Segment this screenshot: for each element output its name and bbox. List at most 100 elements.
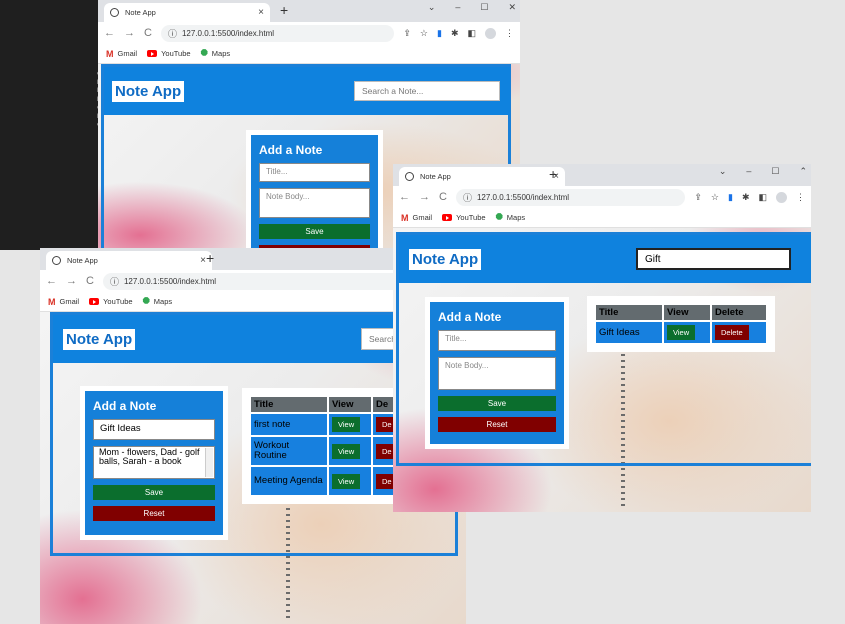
minimize-icon[interactable]: – [455,2,460,13]
share-icon[interactable]: ⇪ [403,28,411,39]
delete-button[interactable]: Delete [715,325,749,340]
table-row: Workout Routine View De [251,437,413,465]
reload-icon[interactable]: C [439,191,447,203]
menu-icon[interactable]: ⋮ [796,192,805,203]
gmail-icon: M [401,212,409,223]
browser-tab[interactable]: Note App × [104,3,270,22]
close-tab-icon[interactable]: × [258,7,264,18]
youtube-icon [89,298,100,305]
reload-icon[interactable]: C [144,27,152,39]
maximize-icon[interactable]: ☐ [771,166,779,177]
new-tab-button[interactable]: + [206,250,214,266]
new-tab-button[interactable]: + [280,2,288,18]
search-input[interactable]: Search a Note... [354,81,500,101]
forward-icon[interactable]: → [124,27,135,39]
reset-button[interactable]: Reset [93,506,215,521]
url-bar[interactable]: ⓘ 127.0.0.1:5500/index.html [102,272,413,290]
search-input[interactable]: Gift [636,248,791,270]
notes-table: Title View De first note View De Workout… [249,395,415,497]
chevron-up-icon[interactable]: ⌃ [799,166,807,177]
address-bar-row: ← → C ⓘ 127.0.0.1:5500/index.html ⇪ ☆ ▮ … [393,186,811,208]
star-icon[interactable]: ☆ [420,28,428,39]
view-button[interactable]: View [667,325,696,340]
back-icon[interactable]: ← [104,27,115,39]
close-window-icon[interactable]: ✕ [508,2,516,13]
info-icon[interactable]: ⓘ [463,191,472,204]
table-row: first note View De [251,414,413,435]
menu-icon[interactable]: ⋮ [505,28,514,39]
extension-icon[interactable]: ▮ [437,28,442,39]
tab-strip: Note App × + ⌄ – ☐ ✕ [98,0,520,22]
tab-strip: Note App × + ⌄ – ☐ ⌃ [393,164,811,186]
back-icon[interactable]: ← [46,275,57,287]
save-button[interactable]: Save [259,224,370,239]
star-icon[interactable]: ☆ [711,192,719,203]
view-button[interactable]: View [332,473,361,489]
window-controls: ⌄ – ☐ ⌃ [719,166,807,177]
title-input[interactable]: Title... [438,330,556,351]
profile-icon[interactable] [776,191,787,203]
app-title: Note App [63,328,136,350]
note-title-cell: first note [251,414,327,435]
reset-button[interactable]: Reset [438,417,556,432]
view-button[interactable]: View [332,443,361,459]
save-button[interactable]: Save [93,485,215,500]
view-button[interactable]: View [332,417,361,432]
info-icon[interactable]: ⓘ [168,27,177,40]
bookmark-gmail[interactable]: M Gmail [48,297,79,307]
share-icon[interactable]: ⇪ [694,192,702,203]
page-viewport: Note App Gift Add a Note Title... Note B… [393,228,811,512]
chevron-down-icon[interactable]: ⌄ [719,166,727,177]
bookmark-gmail[interactable]: M Gmail [106,49,137,59]
globe-icon [52,256,61,265]
notes-table: Title View Delete Gift Ideas View Delete [594,303,768,345]
gmail-icon: M [106,48,114,59]
forward-icon[interactable]: → [419,191,430,203]
bookmark-youtube[interactable]: YouTube [147,49,191,58]
extension-icon[interactable]: ▮ [728,192,733,203]
globe-icon [110,8,119,17]
table-header-row: Title View De [251,397,413,412]
bookmarks-bar: M Gmail YouTube ⯃ Maps [98,44,520,64]
info-icon[interactable]: ⓘ [110,275,119,288]
maps-icon: ⯃ [200,48,208,58]
code-editor-background [0,0,98,250]
table-header-row: Title View Delete [596,305,766,320]
bookmark-youtube[interactable]: YouTube [442,213,486,222]
profile-icon[interactable] [485,27,496,39]
reload-icon[interactable]: C [86,275,94,287]
toolbar-icons: ⇪ ☆ ▮ ✱ ◧ ⋮ [403,27,514,39]
url-bar[interactable]: ⓘ 127.0.0.1:5500/index.html [455,188,686,206]
col-view: View [664,305,710,320]
url-bar[interactable]: ⓘ 127.0.0.1:5500/index.html [160,24,395,42]
maximize-icon[interactable]: ☐ [480,2,488,13]
title-input[interactable]: Title... [259,163,370,182]
bookmark-maps[interactable]: ⯃ Maps [143,296,173,307]
textarea-scrollbar[interactable] [205,448,213,477]
bookmark-maps[interactable]: ⯃ Maps [496,212,526,223]
youtube-icon [442,214,453,221]
bookmark-youtube[interactable]: YouTube [89,297,133,306]
puzzle-icon[interactable]: ✱ [742,192,750,203]
chevron-down-icon[interactable]: ⌄ [428,2,436,13]
sidepanel-icon[interactable]: ◧ [467,28,476,39]
body-textarea[interactable]: Mom - flowers, Dad - golf balls, Sarah -… [93,446,215,479]
maps-icon: ⯃ [142,296,150,306]
forward-icon[interactable]: → [66,275,77,287]
title-input[interactable]: Gift Ideas [93,419,215,440]
app-title: Note App [409,248,482,270]
bookmark-maps[interactable]: ⯃ Maps [201,48,231,59]
toolbar-icons: ⇪ ☆ ▮ ✱ ◧ ⋮ [694,191,805,203]
note-title-cell: Gift Ideas [596,322,662,343]
bookmark-gmail[interactable]: M Gmail [401,213,432,223]
back-icon[interactable]: ← [399,191,410,203]
body-textarea[interactable]: Note Body... [438,357,556,390]
save-button[interactable]: Save [438,396,556,411]
sidepanel-icon[interactable]: ◧ [758,192,767,203]
browser-tab[interactable]: Note App × [46,251,212,270]
puzzle-icon[interactable]: ✱ [451,28,459,39]
new-tab-button[interactable]: + [549,166,557,182]
body-textarea[interactable]: Note Body... [259,188,370,218]
minimize-icon[interactable]: – [746,166,751,177]
browser-tab[interactable]: Note App × [399,167,565,186]
